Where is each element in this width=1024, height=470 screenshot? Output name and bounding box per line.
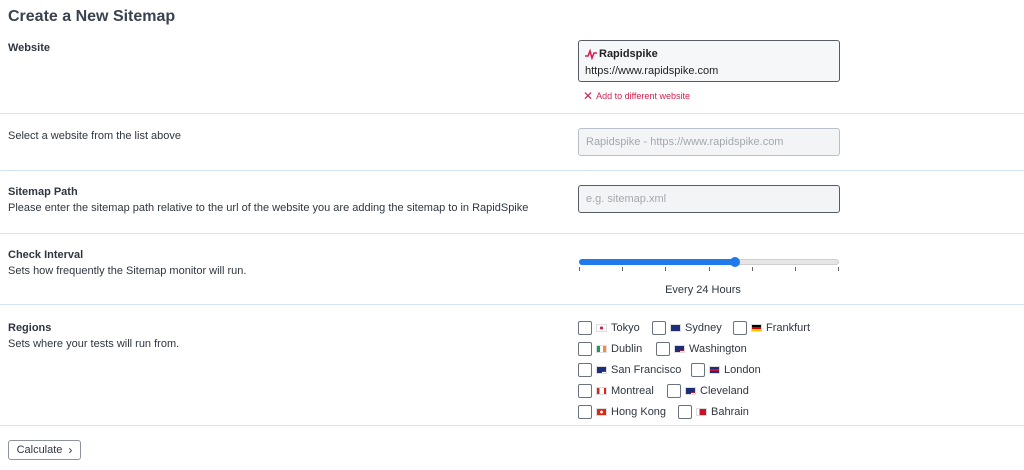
region-frankfurt[interactable]: Frankfurt xyxy=(733,320,810,336)
hong-kong-flag-icon xyxy=(596,408,607,416)
germany-flag-icon xyxy=(751,324,762,332)
website-row: Website xyxy=(0,0,1024,114)
sitemap-path-help: Please enter the sitemap path relative t… xyxy=(8,202,529,214)
slider-tick xyxy=(579,267,580,271)
add-link-label: Add to different website xyxy=(596,91,690,101)
check-interval-value: Every 24 Hours xyxy=(665,284,741,296)
region-checkbox[interactable] xyxy=(691,363,705,377)
region-checkbox[interactable] xyxy=(733,321,747,335)
slider-tick xyxy=(752,267,753,271)
slider-fill xyxy=(579,259,735,265)
region-washington[interactable]: Washington xyxy=(656,341,747,357)
usa-flag-icon xyxy=(674,345,685,353)
slider-tick xyxy=(709,267,710,271)
slider-tick xyxy=(838,267,839,271)
select-website-row: Select a website from the list above xyxy=(0,114,1024,171)
region-label: Hong Kong xyxy=(611,406,667,418)
selected-website-name: Rapidspike xyxy=(599,48,658,60)
bahrain-flag-icon xyxy=(696,408,707,416)
selected-website-url: https://www.rapidspike.com xyxy=(585,65,719,77)
sitemap-path-row: Sitemap Path Please enter the sitemap pa… xyxy=(0,171,1024,234)
japan-flag-icon xyxy=(596,324,607,332)
slider-tick xyxy=(665,267,666,271)
check-interval-row: Check Interval Sets how frequently the S… xyxy=(0,234,1024,305)
region-label: Cleveland xyxy=(700,385,749,397)
select-website-help: Select a website from the list above xyxy=(8,130,182,142)
website-select-input[interactable] xyxy=(578,128,840,156)
region-montreal[interactable]: Montreal xyxy=(578,383,654,399)
rapidspike-logo-icon xyxy=(585,48,597,60)
region-label: Dublin xyxy=(611,343,643,355)
region-checkbox[interactable] xyxy=(678,405,692,419)
region-label: Washington xyxy=(689,343,747,355)
sitemap-path-label: Sitemap Path xyxy=(8,186,78,198)
slider-tick xyxy=(622,267,623,271)
uk-flag-icon xyxy=(709,366,720,374)
sitemap-path-input[interactable] xyxy=(578,185,840,213)
check-interval-slider[interactable] xyxy=(579,257,841,271)
region-checkbox[interactable] xyxy=(667,384,681,398)
region-checkbox[interactable] xyxy=(578,405,592,419)
region-san-francisco[interactable]: San Francisco xyxy=(578,362,681,378)
chevron-right-icon: › xyxy=(68,443,73,457)
region-checkbox[interactable] xyxy=(578,384,592,398)
canada-flag-icon xyxy=(596,387,607,395)
region-bahrain[interactable]: Bahrain xyxy=(678,404,749,420)
region-label: Montreal xyxy=(611,385,654,397)
add-to-different-website-link[interactable]: ✕ Add to different website xyxy=(583,88,690,103)
slider-thumb[interactable] xyxy=(730,257,740,267)
check-interval-label: Check Interval xyxy=(8,249,84,261)
close-icon: ✕ xyxy=(583,88,594,103)
region-london[interactable]: London xyxy=(691,362,761,378)
region-label: Bahrain xyxy=(711,406,749,418)
region-checkbox[interactable] xyxy=(578,342,592,356)
region-label: London xyxy=(724,364,761,376)
region-checkbox[interactable] xyxy=(578,321,592,335)
website-label: Website xyxy=(8,42,50,54)
region-label: Tokyo xyxy=(611,322,640,334)
australia-flag-icon xyxy=(670,324,681,332)
ireland-flag-icon xyxy=(596,345,607,353)
usa-flag-icon xyxy=(685,387,696,395)
selected-website-card[interactable]: Rapidspike https://www.rapidspike.com xyxy=(578,40,840,82)
check-interval-help: Sets how frequently the Sitemap monitor … xyxy=(8,265,247,277)
region-label: Sydney xyxy=(685,322,722,334)
regions-label: Regions xyxy=(8,322,52,334)
region-cleveland[interactable]: Cleveland xyxy=(667,383,749,399)
calculate-button[interactable]: Calculate › xyxy=(8,440,81,460)
region-dublin[interactable]: Dublin xyxy=(578,341,642,357)
slider-tick xyxy=(795,267,796,271)
regions-row: Regions Sets where your tests will run f… xyxy=(0,305,1024,426)
region-checkbox[interactable] xyxy=(652,321,666,335)
region-sydney[interactable]: Sydney xyxy=(652,320,722,336)
region-label: San Francisco xyxy=(611,364,682,376)
region-tokyo[interactable]: Tokyo xyxy=(578,320,640,336)
region-checkbox[interactable] xyxy=(656,342,670,356)
calculate-label: Calculate xyxy=(16,444,63,456)
region-label: Frankfurt xyxy=(766,322,811,334)
usa-flag-icon xyxy=(596,366,607,374)
regions-help: Sets where your tests will run from. xyxy=(8,338,180,350)
region-hong-kong[interactable]: Hong Kong xyxy=(578,404,666,420)
region-checkbox[interactable] xyxy=(578,363,592,377)
